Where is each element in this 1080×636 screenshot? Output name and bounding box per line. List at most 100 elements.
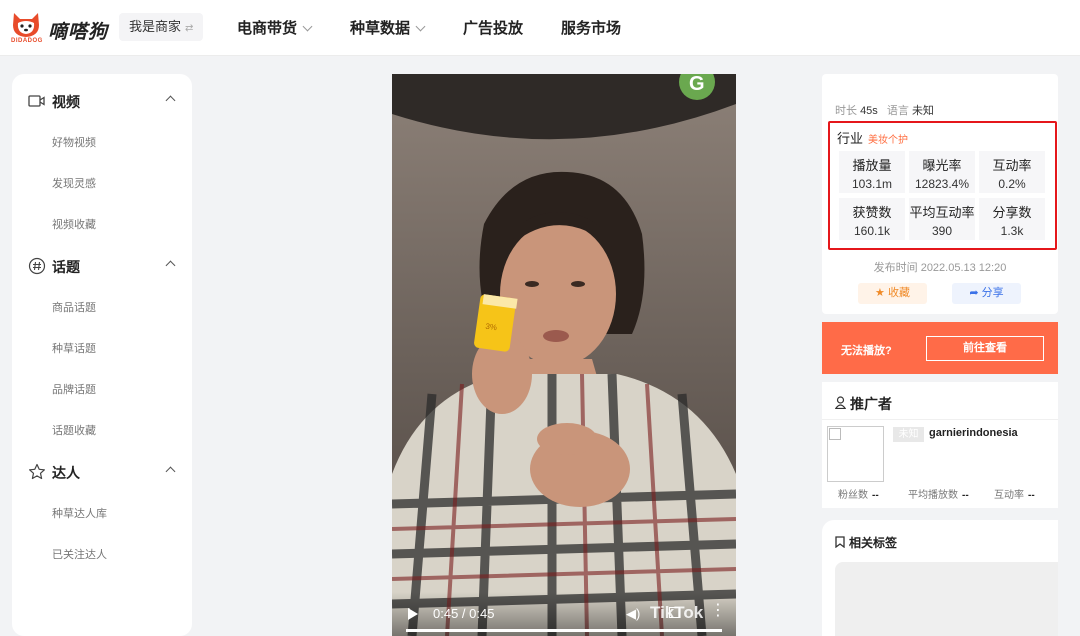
stat-value: 160.1k xyxy=(853,224,891,238)
sidebar-section-topic[interactable]: 话题 xyxy=(28,256,178,276)
nav-service-market[interactable]: 服务市场 xyxy=(561,17,621,38)
promoter-title: 推广者 xyxy=(835,394,892,414)
logo[interactable]: 嘀嗒狗 DIDADOG xyxy=(8,8,108,48)
stat-value: 0.2% xyxy=(998,177,1026,191)
stat-exposure-rate: 曝光率 12823.4% xyxy=(909,151,975,193)
nav-ecommerce[interactable]: 电商带货 xyxy=(237,17,313,38)
nav-ecommerce-label: 电商带货 xyxy=(237,20,298,37)
go-view-button[interactable]: 前往查看 xyxy=(926,336,1044,361)
stat-label: 粉丝数 xyxy=(838,490,868,501)
chevron-down-icon xyxy=(415,21,426,32)
promoter-name[interactable]: garnierindonesia xyxy=(929,427,1018,439)
user-icon xyxy=(835,396,846,409)
top-header: 嘀嗒狗 DIDADOG 我是商家 ⇄ 电商带货 种草数据 广告投放 服务市场 xyxy=(0,0,1080,56)
video-meta: 时长 45s 语言 未知 xyxy=(835,102,940,118)
sidebar-item-video-favorites[interactable]: 视频收藏 xyxy=(52,216,96,232)
share-button[interactable]: ➦ 分享 xyxy=(952,283,1021,304)
sidebar-section-label: 达人 xyxy=(52,465,80,481)
sidebar-section-influencer[interactable]: 达人 xyxy=(28,462,178,482)
nav-ads-label: 广告投放 xyxy=(463,20,524,37)
product-label: 3% xyxy=(485,322,498,333)
stat-label: 平均互动率 xyxy=(909,205,975,220)
video-info-card: 时长 45s 语言 未知 行业 美妆个护 播放量 103.1m 曝光率 12823… xyxy=(822,74,1058,314)
promoter-stat-avg-plays: 平均播放数 -- xyxy=(908,486,969,501)
stat-label: 获赞数 xyxy=(852,205,892,220)
nav-seeding-data[interactable]: 种草数据 xyxy=(350,17,426,38)
hashtag-icon xyxy=(28,257,46,275)
stat-label: 平均播放数 xyxy=(908,490,958,501)
stat-label: 互动率 xyxy=(992,158,1032,173)
promoter-stat-fans: 粉丝数 -- xyxy=(838,486,879,501)
bookmark-icon xyxy=(835,536,845,549)
volume-icon[interactable]: ◀) xyxy=(626,606,640,622)
stat-interaction-rate: 互动率 0.2% xyxy=(979,151,1045,193)
chevron-up-icon xyxy=(165,466,176,477)
stat-value: -- xyxy=(872,490,879,501)
merchant-label: 我是商家 xyxy=(129,19,182,34)
play-icon[interactable] xyxy=(408,608,418,620)
promoter-stat-interaction: 互动率 -- xyxy=(994,486,1035,501)
sidebar-section-label: 视频 xyxy=(52,94,80,110)
broken-image-icon xyxy=(829,428,841,440)
sidebar-item-seeding-topics[interactable]: 种草话题 xyxy=(52,340,96,356)
related-tags-card: 相关标签 xyxy=(822,520,1058,636)
status-badge: 未知 xyxy=(893,427,924,442)
dog-logo-icon xyxy=(13,13,39,37)
favorite-button[interactable]: ★ 收藏 xyxy=(858,283,927,304)
stat-value: 12823.4% xyxy=(914,177,970,191)
stat-likes: 获赞数 160.1k xyxy=(839,198,905,240)
chevron-down-icon xyxy=(302,21,313,32)
more-options-icon[interactable]: ⋮ xyxy=(710,603,726,619)
sidebar-item-topic-favorites[interactable]: 话题收藏 xyxy=(52,422,96,438)
swap-icon: ⇄ xyxy=(185,23,194,34)
svg-text:G: G xyxy=(689,74,705,95)
video-time: 0:45 / 0:45 xyxy=(433,606,495,621)
stat-avg-interaction: 平均互动率 390 xyxy=(909,198,975,240)
stat-label: 播放量 xyxy=(852,158,892,173)
divider xyxy=(822,419,1058,420)
industry-row: 行业 美妆个护 xyxy=(837,128,908,147)
avatar[interactable] xyxy=(827,426,884,482)
video-progress-bar[interactable] xyxy=(406,629,722,632)
logo-text: 嘀嗒狗 xyxy=(48,22,109,43)
stat-label: 互动率 xyxy=(994,490,1024,501)
nav-seeding-data-label: 种草数据 xyxy=(350,20,411,37)
star-icon xyxy=(29,463,45,480)
sidebar-item-good-videos[interactable]: 好物视频 xyxy=(52,134,96,150)
stat-value: -- xyxy=(962,490,969,501)
promoter-title-text: 推广者 xyxy=(850,396,892,412)
tags-placeholder xyxy=(835,562,1058,636)
cannot-play-banner: 无法播放? 前往查看 xyxy=(822,322,1058,374)
logo-subtext: DIDADOG xyxy=(11,38,43,44)
stat-value: 103.1m xyxy=(851,177,893,191)
language-value: 未知 xyxy=(911,105,934,117)
sidebar-section-video[interactable]: 视频 xyxy=(28,91,178,111)
duration-label: 时长 xyxy=(835,105,857,117)
sidebar-item-discover-inspiration[interactable]: 发现灵感 xyxy=(52,175,96,191)
stat-label: 曝光率 xyxy=(922,158,962,173)
nav-service-market-label: 服务市场 xyxy=(561,20,622,37)
stat-value: -- xyxy=(1028,490,1035,501)
stat-play-count: 播放量 103.1m xyxy=(839,151,905,193)
video-controls: 0:45 / 0:45 ◀) TikTok ⋮ xyxy=(392,592,736,636)
sidebar-item-product-topics[interactable]: 商品话题 xyxy=(52,299,96,315)
fullscreen-icon[interactable] xyxy=(669,607,680,618)
industry-tag: 美妆个护 xyxy=(868,135,909,146)
sidebar-item-influencer-library[interactable]: 种草达人库 xyxy=(52,505,107,521)
promoter-card: 推广者 未知 garnierindonesia 粉丝数 -- 平均播放数 -- 互动… xyxy=(822,382,1058,508)
highlight-box: 行业 美妆个护 播放量 103.1m 曝光率 12823.4% 互动率 0.2% … xyxy=(828,121,1057,250)
stat-value: 390 xyxy=(931,224,953,238)
nav-ads[interactable]: 广告投放 xyxy=(463,17,523,38)
banner-text: 无法播放? xyxy=(841,345,892,357)
video-frame-image: G 3% xyxy=(392,74,736,636)
stat-value: 1.3k xyxy=(1000,224,1024,238)
chevron-up-icon xyxy=(165,260,176,271)
publish-time: 发布时间 2022.05.13 12:20 xyxy=(873,262,1007,274)
sidebar-item-followed-influencers[interactable]: 已关注达人 xyxy=(52,546,107,562)
share-arrow-icon: ➦ xyxy=(969,287,979,299)
language-label: 语言 xyxy=(886,105,909,117)
stat-shares: 分享数 1.3k xyxy=(979,198,1045,240)
video-player[interactable]: G 3% 0:45 / 0:45 ◀) TikTok ⋮ xyxy=(392,74,736,636)
sidebar-item-brand-topics[interactable]: 品牌话题 xyxy=(52,381,96,397)
merchant-switch-button[interactable]: 我是商家 ⇄ xyxy=(119,13,204,41)
